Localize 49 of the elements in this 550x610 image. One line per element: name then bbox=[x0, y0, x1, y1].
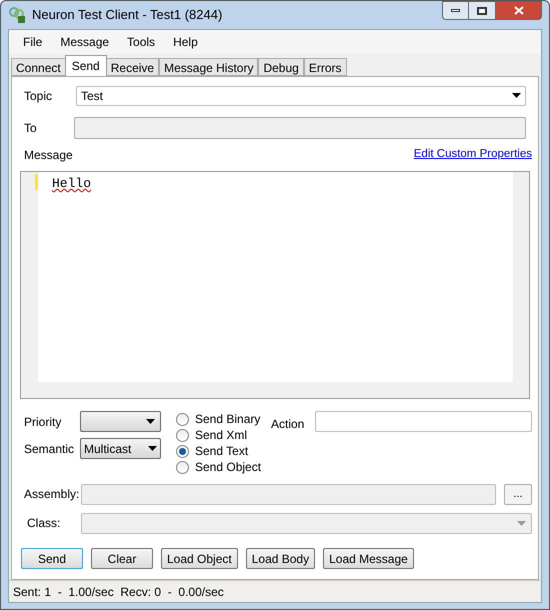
topic-dropdown[interactable]: Test bbox=[76, 86, 526, 106]
tab[interactable]: Message History bbox=[159, 58, 258, 76]
tab[interactable]: Connect bbox=[11, 58, 66, 76]
browse-button[interactable]: ... bbox=[504, 484, 532, 505]
message-editor[interactable]: Hello bbox=[20, 170, 530, 400]
edit-custom-properties-link[interactable]: Edit Custom Properties bbox=[414, 146, 532, 164]
semantic-dropdown[interactable]: Multicast bbox=[80, 438, 161, 460]
action-field[interactable] bbox=[315, 411, 532, 432]
radio-option[interactable]: Send Object bbox=[176, 459, 271, 476]
dropdown-arrow-icon bbox=[517, 520, 526, 526]
menu-item[interactable]: File bbox=[23, 33, 42, 51]
tab[interactable]: Receive bbox=[106, 58, 160, 76]
tab[interactable]: Debug bbox=[258, 58, 304, 76]
app-icon bbox=[8, 6, 26, 24]
window-title: Neuron Test Client - Test1 (8244) bbox=[32, 6, 222, 24]
field-label: Class: bbox=[26, 515, 62, 532]
menu-item[interactable]: Tools bbox=[127, 33, 156, 51]
radio-option[interactable]: Send Binary bbox=[176, 411, 271, 428]
field-label: Priority bbox=[24, 414, 62, 431]
tab[interactable]: Send bbox=[64, 55, 107, 76]
menu-item[interactable]: Message bbox=[60, 33, 110, 51]
dropdown-arrow-icon bbox=[512, 93, 521, 98]
message-text: Hello bbox=[52, 176, 92, 191]
action-button[interactable]: Clear bbox=[91, 548, 153, 570]
status-text: Sent: 1 - 1.00/sec Recv: 0 - 0.00/sec bbox=[13, 584, 224, 600]
priority-dropdown[interactable] bbox=[80, 411, 161, 432]
action-button[interactable]: Send bbox=[21, 548, 83, 570]
vertical-scrollbar[interactable] bbox=[513, 172, 529, 398]
field-label: Message bbox=[24, 146, 73, 164]
radio-option[interactable]: Send Xml bbox=[176, 427, 271, 444]
field-label: To bbox=[24, 120, 38, 137]
action-button[interactable]: Load Message bbox=[323, 548, 414, 570]
field-label: Topic bbox=[24, 88, 54, 105]
action-button[interactable]: Load Object bbox=[161, 548, 238, 570]
field-label: Action bbox=[271, 416, 306, 434]
close-button[interactable] bbox=[496, 1, 542, 20]
tab[interactable]: Errors bbox=[304, 58, 347, 76]
class-dropdown[interactable] bbox=[81, 512, 532, 534]
field-label: Semantic bbox=[24, 440, 76, 458]
close-icon bbox=[514, 6, 524, 15]
action-button[interactable]: Load Body bbox=[246, 548, 316, 570]
field-label: Assembly: bbox=[24, 486, 80, 504]
assembly-field[interactable] bbox=[81, 484, 496, 505]
dropdown-arrow-icon bbox=[148, 446, 157, 452]
maximize-button[interactable] bbox=[469, 1, 496, 20]
menu-item[interactable]: Help bbox=[173, 33, 198, 51]
minimize-button[interactable] bbox=[442, 1, 469, 20]
dropdown-arrow-icon bbox=[146, 419, 155, 424]
radio-option[interactable]: Send Text bbox=[176, 443, 271, 460]
